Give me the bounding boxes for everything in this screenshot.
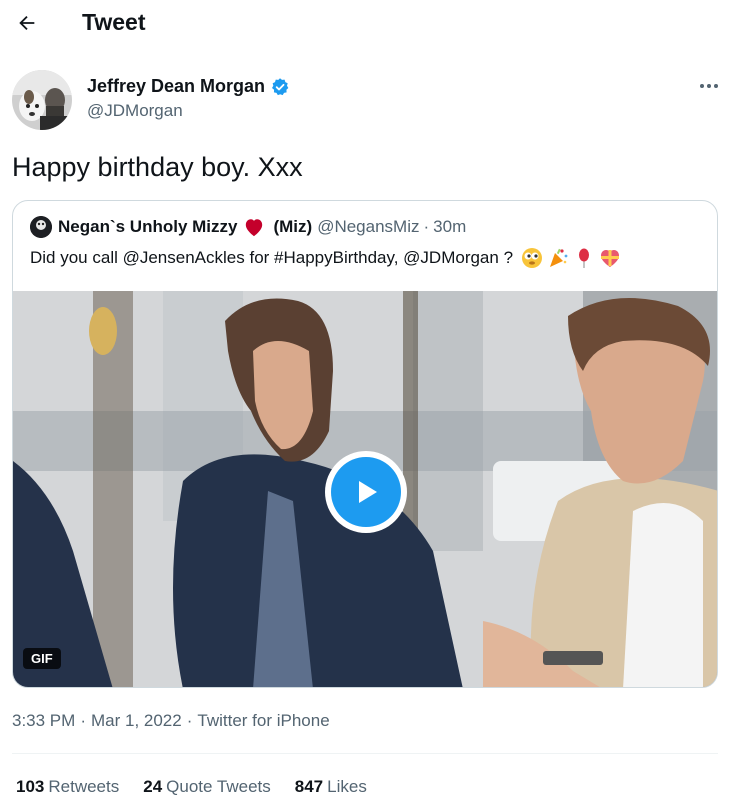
arrow-left-icon	[19, 15, 35, 31]
quote-tweets-count: 24	[143, 777, 163, 796]
meta-separator: ·	[186, 711, 193, 730]
back-button[interactable]	[12, 8, 42, 38]
quoted-tweet-card[interactable]: Negan`s Unholy Mizzy (Miz) @NegansMiz · …	[12, 200, 718, 688]
gif-badge: GIF	[23, 648, 61, 669]
tweet-text: Happy birthday boy. Xxx	[12, 152, 303, 182]
divider	[12, 753, 718, 754]
meta-separator: ·	[80, 711, 86, 730]
likes-label: Likes	[327, 777, 367, 796]
party-popper-emoji	[550, 248, 568, 267]
verified-badge-icon	[272, 77, 289, 95]
quoted-author-name: Negan`s Unholy Mizzy	[58, 217, 238, 236]
tweet-stats: 103 Retweets 24 Quote Tweets 847 Likes	[16, 777, 367, 797]
quote-tweets-stat[interactable]: 24 Quote Tweets	[143, 777, 271, 797]
tweet-time-link[interactable]: 3:33 PM	[12, 711, 75, 731]
quoted-tweet-text-row: Did you call @JensenAckles for #HappyBir…	[30, 247, 621, 269]
top-bar: Tweet	[0, 0, 740, 48]
author-handle[interactable]: @JDMorgan	[87, 101, 183, 121]
more-dots-icon	[700, 84, 718, 88]
author-avatar[interactable]	[12, 70, 72, 130]
quoted-author-avatar	[30, 216, 52, 238]
tweet-date-link[interactable]: Mar 1, 2022	[91, 711, 182, 731]
gift-heart-emoji	[601, 250, 620, 267]
quoted-author-name-suffix: (Miz)	[273, 217, 313, 236]
retweets-count: 103	[16, 777, 45, 796]
quoted-tweet-header: Negan`s Unholy Mizzy (Miz) @NegansMiz · …	[30, 216, 466, 238]
quoted-author-handle: @NegansMiz	[317, 217, 420, 236]
retweets-label: Retweets	[48, 777, 120, 796]
eyes-emoji	[522, 248, 543, 268]
quoted-tweet-text: Did you call @JensenAckles for #HappyBir…	[30, 248, 514, 267]
author-name-row[interactable]: Jeffrey Dean Morgan	[87, 76, 290, 97]
quote-tweets-label: Quote Tweets	[166, 777, 271, 796]
tweet-timestamp: 3:33 PM · Mar 1, 2022 · Twitter for iPho…	[12, 711, 330, 731]
play-icon	[359, 481, 377, 503]
meta-separator: ·	[423, 217, 430, 236]
author-name[interactable]: Jeffrey Dean Morgan	[87, 76, 265, 97]
more-options-button[interactable]	[694, 74, 724, 98]
gif-media[interactable]: GIF	[13, 291, 717, 687]
tweet-source-link[interactable]: Twitter for iPhone	[197, 711, 329, 731]
likes-stat[interactable]: 847 Likes	[295, 777, 367, 797]
quoted-tweet-time: 30m	[433, 217, 467, 236]
balloon-emoji	[579, 248, 590, 268]
retweets-stat[interactable]: 103 Retweets	[16, 777, 119, 797]
likes-count: 847	[294, 777, 324, 796]
page-title: Tweet	[82, 9, 146, 35]
play-button[interactable]	[325, 451, 407, 533]
red-heart-icon	[246, 219, 263, 237]
